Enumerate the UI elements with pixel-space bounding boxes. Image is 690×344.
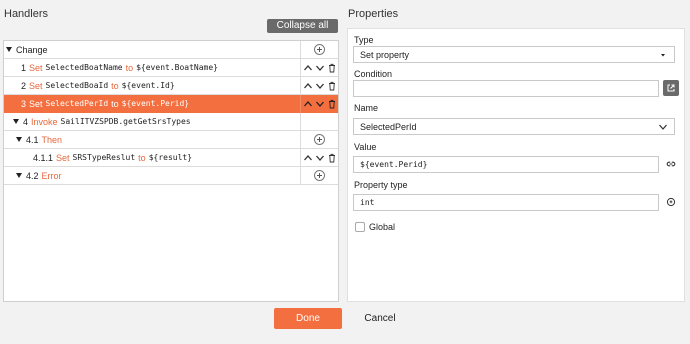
row-to: to xyxy=(138,152,146,163)
trash-icon[interactable] xyxy=(327,153,337,163)
dropdown-arrow-icon xyxy=(661,53,665,56)
handler-row-4-2[interactable]: 4.2 Error xyxy=(4,166,338,185)
cancel-button[interactable]: Cancel xyxy=(358,308,402,329)
row-target: SailITVZSPDB.getGetSrsTypes xyxy=(60,117,191,126)
open-editor-button[interactable] xyxy=(663,80,679,96)
row-number: 2 xyxy=(21,80,27,91)
collapse-all-button[interactable]: Collapse all xyxy=(267,19,338,33)
condition-label: Condition xyxy=(354,69,393,79)
type-picker-button[interactable] xyxy=(663,194,679,210)
handler-row-change[interactable]: Change xyxy=(4,40,338,59)
move-down-icon[interactable] xyxy=(315,99,325,109)
chevron-down-icon xyxy=(659,124,667,130)
value-input-value: ${event.Perid} xyxy=(360,160,428,169)
handler-row-4-1-1[interactable]: 4.1.1 Set SRSTypeReslut to ${result} xyxy=(4,148,338,167)
handler-row-2[interactable]: 2 Set SelectedBoaId to ${event.Id} xyxy=(4,76,338,95)
expand-triangle-icon[interactable] xyxy=(13,119,19,124)
properties-title: Properties xyxy=(348,8,399,20)
property-type-value: int xyxy=(360,198,375,207)
row-keyword: Set xyxy=(29,98,43,109)
trash-icon[interactable] xyxy=(327,81,337,91)
global-label: Global xyxy=(369,222,396,232)
name-select[interactable]: SelectedPerId xyxy=(353,118,675,135)
row-target: SelectedBoatName xyxy=(45,63,123,72)
add-icon[interactable] xyxy=(314,134,325,145)
row-value: ${result} xyxy=(148,153,193,162)
refresh-icon xyxy=(666,197,676,207)
row-keyword: Invoke xyxy=(31,116,58,127)
value-input[interactable]: ${event.Perid} xyxy=(353,156,659,173)
name-label: Name xyxy=(354,103,379,113)
move-down-icon[interactable] xyxy=(315,153,325,163)
global-checkbox[interactable] xyxy=(355,222,365,232)
handler-row-1[interactable]: 1 Set SelectedBoatName to ${event.BoatNa… xyxy=(4,58,338,77)
type-select-value: Set property xyxy=(360,49,410,60)
row-value: ${event.BoatName} xyxy=(136,63,218,72)
row-keyword: Then xyxy=(41,134,63,145)
row-number: 4.2 xyxy=(26,170,39,181)
expand-triangle-icon[interactable] xyxy=(16,173,22,178)
external-link-icon xyxy=(667,84,675,92)
add-icon[interactable] xyxy=(314,170,325,181)
expand-triangle-icon[interactable] xyxy=(6,47,12,52)
event-name: Change xyxy=(16,44,48,55)
handlers-title: Handlers xyxy=(4,8,49,20)
properties-panel: Type Set property Condition Name Selecte… xyxy=(347,28,685,302)
row-target: SelectedPerId xyxy=(45,99,109,108)
type-label: Type xyxy=(354,35,374,45)
row-keyword: Error xyxy=(41,170,62,181)
move-up-icon[interactable] xyxy=(303,63,313,73)
trash-icon[interactable] xyxy=(327,99,337,109)
handlers-tree: Change 1 Set SelectedBoatName to ${event… xyxy=(3,40,339,302)
name-select-value: SelectedPerId xyxy=(360,121,417,132)
property-type-label: Property type xyxy=(354,180,408,190)
property-type-input[interactable]: int xyxy=(353,194,659,211)
row-keyword: Set xyxy=(29,62,43,73)
trash-icon[interactable] xyxy=(327,63,337,73)
row-value: ${event.Perid} xyxy=(121,99,190,108)
type-select[interactable]: Set property xyxy=(353,46,675,63)
handler-row-4-1[interactable]: 4.1 Then xyxy=(4,130,338,149)
move-up-icon[interactable] xyxy=(303,81,313,91)
row-keyword: Set xyxy=(29,80,43,91)
value-label: Value xyxy=(354,142,377,152)
condition-input[interactable] xyxy=(353,80,659,97)
row-number: 3 xyxy=(21,98,27,109)
row-target: SelectedBoaId xyxy=(45,81,109,90)
row-keyword: Set xyxy=(56,152,70,163)
row-number: 4.1.1 xyxy=(33,152,54,163)
row-number: 4 xyxy=(23,116,29,127)
add-icon[interactable] xyxy=(314,44,325,55)
row-number: 1 xyxy=(21,62,27,73)
link-icon xyxy=(666,161,676,167)
handler-row-4[interactable]: 4 Invoke SailITVZSPDB.getGetSrsTypes xyxy=(4,112,338,131)
handler-row-3-selected[interactable]: 3 Set SelectedPerId to ${event.Perid} xyxy=(4,94,338,113)
row-number: 4.1 xyxy=(26,134,39,145)
expand-triangle-icon[interactable] xyxy=(16,137,22,142)
move-down-icon[interactable] xyxy=(315,81,325,91)
row-to: to xyxy=(111,80,119,91)
row-value: ${event.Id} xyxy=(121,81,175,90)
move-down-icon[interactable] xyxy=(315,63,325,73)
row-to: to xyxy=(111,98,119,109)
move-up-icon[interactable] xyxy=(303,99,313,109)
move-up-icon[interactable] xyxy=(303,153,313,163)
bind-link-button[interactable] xyxy=(663,156,679,172)
row-target: SRSTypeReslut xyxy=(72,153,136,162)
row-to: to xyxy=(125,62,134,73)
done-button[interactable]: Done xyxy=(274,308,342,329)
